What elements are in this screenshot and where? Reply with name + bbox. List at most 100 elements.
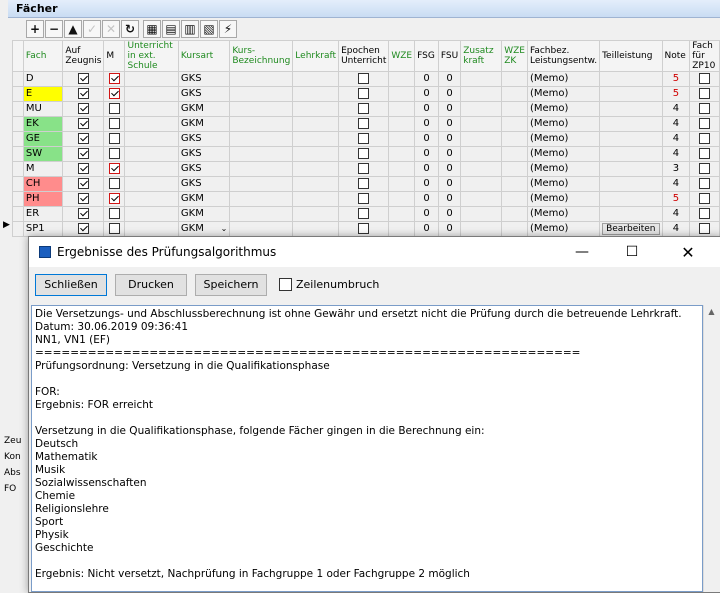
cell-epochen[interactable] xyxy=(338,71,390,87)
cell-wze[interactable] xyxy=(388,191,416,207)
row-indicator[interactable] xyxy=(12,131,24,147)
cell-note[interactable]: 5 xyxy=(661,86,691,102)
cell-teilleistung[interactable] xyxy=(599,86,663,102)
checkbox-auf-zeugnis[interactable] xyxy=(77,117,89,129)
cell-wze-zk[interactable] xyxy=(501,101,528,117)
cell-kursart[interactable]: GKM xyxy=(177,191,231,207)
cell-teilleistung[interactable]: Bearbeiten xyxy=(599,221,663,237)
cell-wze[interactable] xyxy=(388,221,416,237)
cell-fach-zp[interactable] xyxy=(689,101,720,117)
cell-fachbez[interactable]: (Memo) xyxy=(526,206,601,222)
col-epochen[interactable]: Epochen Unterricht xyxy=(338,40,390,72)
cell-kursart[interactable]: GKM xyxy=(177,206,231,222)
cell-teilleistung[interactable] xyxy=(599,116,663,132)
cell-fach[interactable]: E xyxy=(22,86,64,102)
row-indicator[interactable] xyxy=(12,191,24,207)
cell-wze[interactable] xyxy=(388,86,416,102)
cell-m[interactable] xyxy=(103,161,126,177)
checkbox-epochen[interactable] xyxy=(358,162,370,174)
cell-kurs-bez[interactable] xyxy=(229,176,294,192)
cell-fachbez[interactable]: (Memo) xyxy=(526,176,601,192)
checkbox-m[interactable] xyxy=(108,177,120,189)
checkbox-epochen[interactable] xyxy=(358,207,370,219)
export-icon[interactable]: ▦ xyxy=(143,20,161,38)
checkbox-auf-zeugnis[interactable] xyxy=(77,207,89,219)
cell-fach[interactable]: D xyxy=(22,71,64,87)
checkbox-auf-zeugnis[interactable] xyxy=(77,147,89,159)
checkbox-auf-zeugnis[interactable] xyxy=(77,102,89,114)
copy-icon[interactable]: ▧ xyxy=(200,20,218,38)
chevron-down-icon[interactable]: ⌄ xyxy=(221,223,228,236)
cell-auf-zeugnis[interactable] xyxy=(62,116,105,132)
cell-fsu[interactable]: 0 xyxy=(437,176,462,192)
cell-kurs-bez[interactable] xyxy=(229,146,294,162)
cell-lehrkraft[interactable] xyxy=(292,176,340,192)
maximize-icon[interactable]: ☐ xyxy=(609,237,655,267)
cell-epochen[interactable] xyxy=(338,86,390,102)
checkbox-auf-zeugnis[interactable] xyxy=(77,87,89,99)
cell-note[interactable]: 4 xyxy=(661,101,691,117)
confirm-icon[interactable]: ✓ xyxy=(83,20,101,38)
edit-button[interactable]: Bearbeiten xyxy=(602,223,660,235)
cell-m[interactable] xyxy=(103,146,126,162)
checkbox-m[interactable] xyxy=(108,222,120,234)
checkbox-epochen[interactable] xyxy=(358,132,370,144)
cell-wze-zk[interactable] xyxy=(501,161,528,177)
checkbox-m[interactable] xyxy=(108,132,120,144)
cell-fsu[interactable]: 0 xyxy=(437,86,462,102)
cell-kurs-bez[interactable] xyxy=(229,191,294,207)
cell-fsg[interactable]: 0 xyxy=(414,131,439,147)
table-row[interactable]: EK GKM 0 0 (Memo) 4 xyxy=(12,116,720,132)
cell-lehrkraft[interactable] xyxy=(292,146,340,162)
cell-kursart[interactable]: GKS xyxy=(177,176,231,192)
cell-wze-zk[interactable] xyxy=(501,146,528,162)
col-fsu[interactable]: FSU xyxy=(437,40,462,72)
checkbox-epochen[interactable] xyxy=(358,117,370,129)
cell-auf-zeugnis[interactable] xyxy=(62,86,105,102)
cell-unterricht[interactable] xyxy=(124,101,179,117)
checkbox-fach-zp[interactable] xyxy=(699,132,711,144)
cell-wze[interactable] xyxy=(388,176,416,192)
checkbox-fach-zp[interactable] xyxy=(699,192,711,204)
cell-fach-zp[interactable] xyxy=(689,116,720,132)
checkbox-m[interactable] xyxy=(108,102,120,114)
cell-fach[interactable]: GE xyxy=(22,131,64,147)
save-button[interactable]: Speichern xyxy=(195,274,267,296)
checkbox-epochen[interactable] xyxy=(358,102,370,114)
cell-teilleistung[interactable] xyxy=(599,161,663,177)
row-indicator[interactable] xyxy=(12,71,24,87)
cell-wze[interactable] xyxy=(388,146,416,162)
cell-note[interactable]: 4 xyxy=(661,131,691,147)
cell-zusatz[interactable] xyxy=(460,146,503,162)
lower-tab-label[interactable]: Zeu xyxy=(4,436,28,446)
cell-unterricht[interactable] xyxy=(124,86,179,102)
checkbox-fach-zp[interactable] xyxy=(699,222,711,234)
cell-fsg[interactable]: 0 xyxy=(414,206,439,222)
cell-fach-zp[interactable] xyxy=(689,221,720,237)
cell-teilleistung[interactable] xyxy=(599,71,663,87)
cell-fachbez[interactable]: (Memo) xyxy=(526,116,601,132)
cell-m[interactable] xyxy=(103,221,126,237)
import-icon[interactable]: ▤ xyxy=(162,20,180,38)
col-kurs-bez[interactable]: Kurs-Bezeichnung xyxy=(229,40,294,72)
checkbox-epochen[interactable] xyxy=(358,87,370,99)
row-indicator[interactable] xyxy=(12,101,24,117)
cell-unterricht[interactable] xyxy=(124,221,179,237)
cell-auf-zeugnis[interactable] xyxy=(62,191,105,207)
dialog-titlebar[interactable]: Ergebnisse des Prüfungsalgorithmus — ☐ ✕ xyxy=(29,237,720,267)
checkbox-epochen[interactable] xyxy=(358,147,370,159)
algorithm-icon[interactable]: ⚡ xyxy=(219,20,237,38)
col-note[interactable]: Note xyxy=(661,40,691,72)
cell-epochen[interactable] xyxy=(338,206,390,222)
table-row[interactable]: MU GKM 0 0 (Memo) 4 xyxy=(12,101,720,117)
col-zusatz[interactable]: Zusatz kraft xyxy=(460,40,503,72)
results-textarea[interactable]: Die Versetzungs- und Abschlussberechnung… xyxy=(31,305,703,592)
add-icon[interactable]: + xyxy=(26,20,44,38)
cell-epochen[interactable] xyxy=(338,176,390,192)
checkbox-auf-zeugnis[interactable] xyxy=(77,222,89,234)
table-row[interactable]: CH GKS 0 0 (Memo) 4 xyxy=(12,176,720,192)
checkbox-fach-zp[interactable] xyxy=(699,102,711,114)
checkbox-m[interactable] xyxy=(108,162,120,174)
cell-zusatz[interactable] xyxy=(460,71,503,87)
cell-wze-zk[interactable] xyxy=(501,191,528,207)
